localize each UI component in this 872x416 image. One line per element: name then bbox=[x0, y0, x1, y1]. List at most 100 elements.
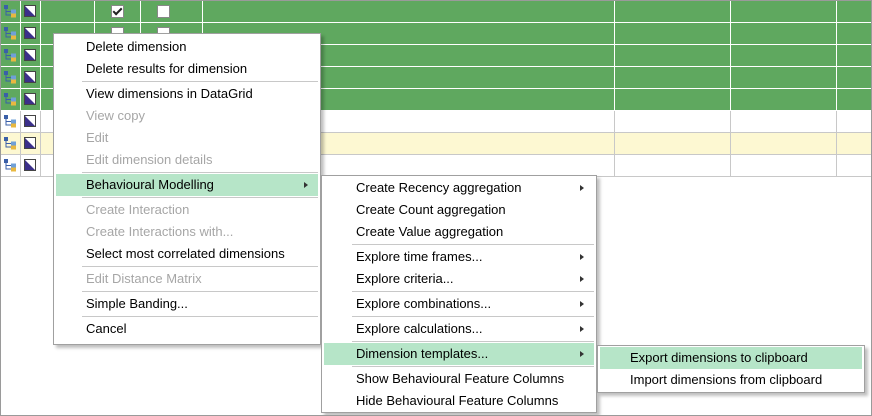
dimension-templates-submenu: Export dimensions to clipboard Import dim… bbox=[597, 345, 865, 393]
value-2 bbox=[731, 155, 837, 176]
row-chart-cell[interactable] bbox=[21, 133, 41, 154]
menu-item-label: Hide Behavioural Feature Columns bbox=[356, 393, 559, 408]
menu-item-label: Edit dimension details bbox=[86, 152, 213, 167]
row-type-cell bbox=[1, 111, 21, 132]
row-chart-cell[interactable] bbox=[21, 155, 41, 176]
menu-separator bbox=[82, 81, 318, 82]
menu-item-label: View dimensions in DataGrid bbox=[86, 86, 253, 101]
menu-item-create-interactions-with[interactable]: Create Interactions with... bbox=[56, 221, 318, 243]
menu-item-label: View copy bbox=[86, 108, 146, 123]
row-chart-cell[interactable] bbox=[21, 89, 41, 110]
menu-item-label: Dimension templates... bbox=[356, 346, 489, 361]
row-chart-cell[interactable] bbox=[21, 1, 41, 22]
menu-item-show-behavioural-feature-columns[interactable]: Show Behavioural Feature Columns bbox=[324, 368, 594, 390]
trailing-cell bbox=[837, 133, 871, 154]
hierarchy-tree-icon bbox=[4, 93, 16, 106]
menu-item-label: Create Value aggregation bbox=[356, 224, 504, 239]
menu-item-select-most-correlated-dimensions[interactable]: Select most correlated dimensions bbox=[56, 243, 318, 265]
chevron-right-icon bbox=[580, 301, 584, 307]
trailing-cell bbox=[837, 45, 871, 66]
menu-item-create-value-aggregation[interactable]: Create Value aggregation bbox=[324, 221, 594, 243]
row-type-cell bbox=[1, 89, 21, 110]
menu-separator bbox=[352, 316, 594, 317]
value-2 bbox=[731, 133, 837, 154]
menu-item-label: Edit Distance Matrix bbox=[86, 271, 202, 286]
value-1 bbox=[615, 155, 731, 176]
row-type-cell bbox=[1, 1, 21, 22]
triangle-chart-icon bbox=[24, 115, 36, 127]
hierarchy-tree-icon bbox=[4, 115, 16, 128]
menu-item-export-dimensions-to-clipboard[interactable]: Export dimensions to clipboard bbox=[600, 347, 862, 369]
menu-separator bbox=[82, 291, 318, 292]
menu-item-cancel[interactable]: Cancel bbox=[56, 318, 318, 340]
value-1 bbox=[615, 1, 731, 22]
menu-separator bbox=[352, 341, 594, 342]
chevron-right-icon bbox=[580, 276, 584, 282]
table-row[interactable] bbox=[1, 1, 871, 23]
menu-item-label: Delete dimension bbox=[86, 39, 187, 54]
menu-item-explore-criteria[interactable]: Explore criteria... bbox=[324, 268, 594, 290]
triangle-chart-icon bbox=[24, 27, 36, 39]
row-type-cell bbox=[1, 23, 21, 44]
hierarchy-tree-icon bbox=[4, 71, 16, 84]
row-chart-cell[interactable] bbox=[21, 45, 41, 66]
menu-item-edit-dimension-details[interactable]: Edit dimension details bbox=[56, 149, 318, 171]
row-chart-cell[interactable] bbox=[21, 67, 41, 88]
menu-separator bbox=[352, 366, 594, 367]
triangle-chart-icon bbox=[24, 137, 36, 149]
menu-item-label: Create Count aggregation bbox=[356, 202, 506, 217]
menu-item-delete-results-for-dimension[interactable]: Delete results for dimension bbox=[56, 58, 318, 80]
value-1 bbox=[615, 111, 731, 132]
menu-item-edit[interactable]: Edit bbox=[56, 127, 318, 149]
menu-item-delete-dimension[interactable]: Delete dimension bbox=[56, 36, 318, 58]
menu-item-label: Behavioural Modelling bbox=[86, 177, 214, 192]
row-checkbox-cell-2[interactable] bbox=[141, 1, 203, 22]
trailing-cell bbox=[837, 1, 871, 22]
menu-item-label: Explore criteria... bbox=[356, 271, 454, 286]
select-checkbox[interactable] bbox=[157, 5, 170, 18]
row-chart-cell[interactable] bbox=[21, 23, 41, 44]
chevron-right-icon bbox=[580, 254, 584, 260]
value-2 bbox=[731, 1, 837, 22]
menu-item-simple-banding[interactable]: Simple Banding... bbox=[56, 293, 318, 315]
menu-item-label: Delete results for dimension bbox=[86, 61, 248, 76]
row-type-cell bbox=[1, 67, 21, 88]
menu-item-view-dimensions-in-datagrid[interactable]: View dimensions in DataGrid bbox=[56, 83, 318, 105]
menu-item-hide-behavioural-feature-columns[interactable]: Hide Behavioural Feature Columns bbox=[324, 390, 594, 412]
menu-item-explore-combinations[interactable]: Explore combinations... bbox=[324, 293, 594, 315]
triangle-chart-icon bbox=[24, 159, 36, 171]
menu-item-label: Create Interaction bbox=[86, 202, 190, 217]
row-type-cell bbox=[1, 45, 21, 66]
chevron-right-icon bbox=[580, 351, 584, 357]
menu-item-label: Select most correlated dimensions bbox=[86, 246, 285, 261]
value-2 bbox=[731, 89, 837, 110]
value-1 bbox=[615, 133, 731, 154]
value-2 bbox=[731, 67, 837, 88]
menu-item-label: Create Recency aggregation bbox=[356, 180, 522, 195]
row-chart-cell[interactable] bbox=[21, 111, 41, 132]
hierarchy-tree-icon bbox=[4, 49, 16, 62]
menu-item-label: Explore combinations... bbox=[356, 296, 492, 311]
menu-item-create-count-aggregation[interactable]: Create Count aggregation bbox=[324, 199, 594, 221]
menu-item-label: Simple Banding... bbox=[86, 296, 188, 311]
row-checkbox-cell[interactable] bbox=[95, 1, 141, 22]
include-checkbox[interactable] bbox=[111, 5, 124, 18]
menu-item-behavioural-modelling[interactable]: Behavioural Modelling bbox=[56, 174, 318, 196]
menu-item-create-recency-aggregation[interactable]: Create Recency aggregation bbox=[324, 177, 594, 199]
menu-separator bbox=[352, 244, 594, 245]
menu-item-label: Cancel bbox=[86, 321, 127, 336]
menu-item-explore-time-frames[interactable]: Explore time frames... bbox=[324, 246, 594, 268]
menu-item-import-dimensions-from-clipboard[interactable]: Import dimensions from clipboard bbox=[600, 369, 862, 391]
menu-item-create-interaction[interactable]: Create Interaction bbox=[56, 199, 318, 221]
behavioural-modelling-submenu: Create Recency aggregation Create Count a… bbox=[321, 175, 597, 413]
value-2 bbox=[731, 45, 837, 66]
menu-item-dimension-templates[interactable]: Dimension templates... bbox=[324, 343, 594, 365]
menu-item-view-copy[interactable]: View copy bbox=[56, 105, 318, 127]
hierarchy-tree-icon bbox=[4, 5, 16, 18]
menu-separator bbox=[82, 197, 318, 198]
menu-item-explore-calculations[interactable]: Explore calculations... bbox=[324, 318, 594, 340]
triangle-chart-icon bbox=[24, 5, 36, 17]
context-menu: Delete dimension Delete results for dimen… bbox=[53, 33, 321, 345]
triangle-chart-icon bbox=[24, 49, 36, 61]
menu-item-edit-distance-matrix[interactable]: Edit Distance Matrix bbox=[56, 268, 318, 290]
